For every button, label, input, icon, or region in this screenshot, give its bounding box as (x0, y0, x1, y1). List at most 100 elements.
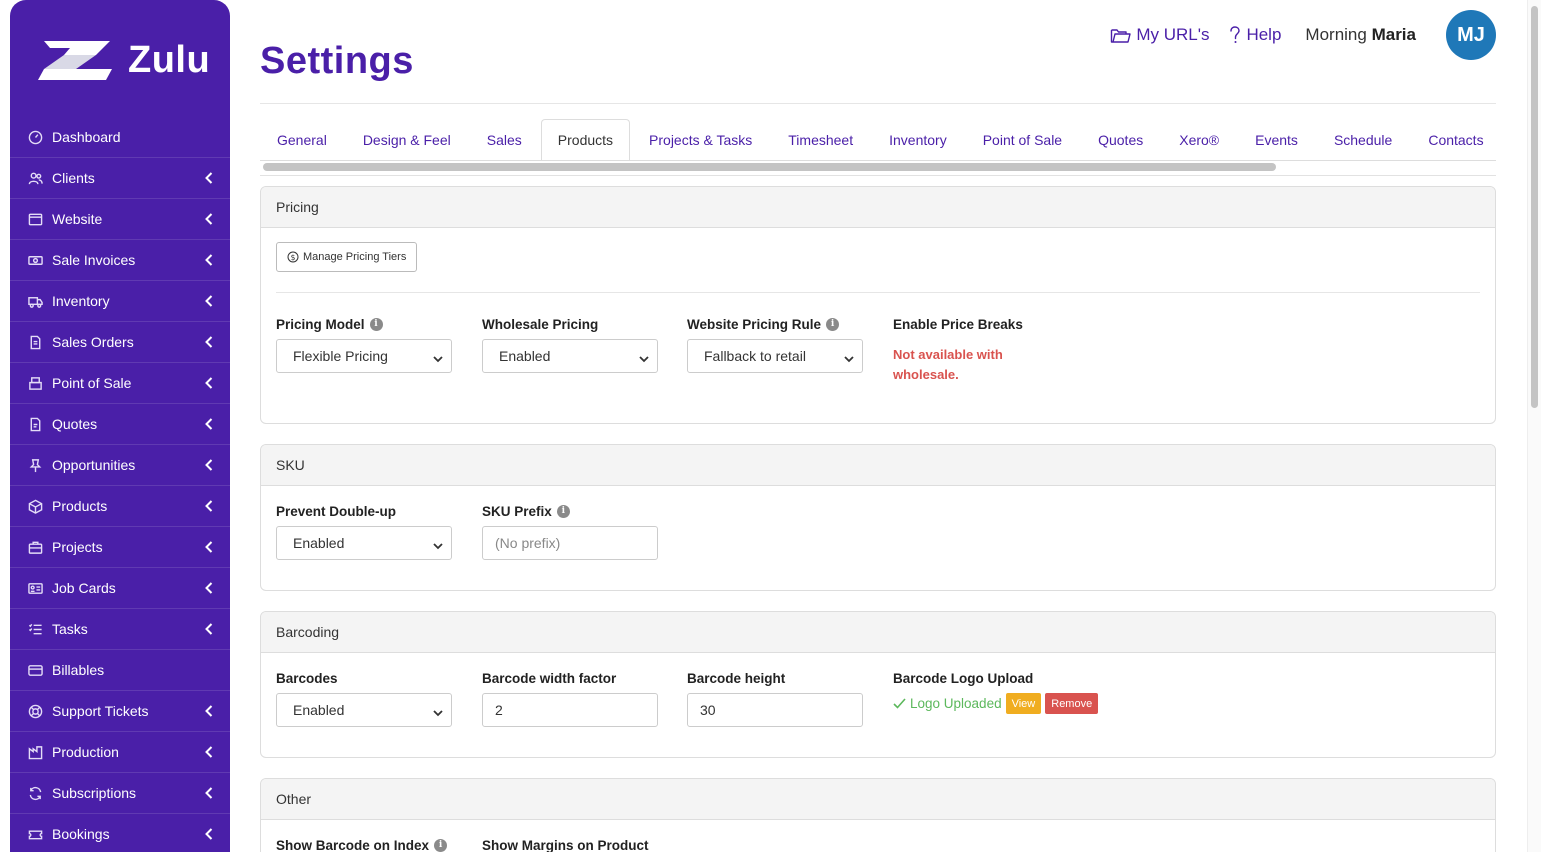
tab-projects-tasks[interactable]: Projects & Tasks (632, 119, 769, 160)
info-icon[interactable]: i (434, 838, 448, 852)
barcode-height-input[interactable]: 30 (687, 693, 863, 727)
pricing-divider (276, 292, 1480, 293)
help-label: Help (1246, 25, 1282, 44)
page-scrollbar[interactable] (1527, 0, 1541, 852)
other-card-header: Other (261, 779, 1495, 820)
barcoding-card: Barcoding Barcodes Enabled Barcode width… (260, 611, 1496, 758)
sidebar-item-tasks[interactable]: Tasks (10, 609, 230, 650)
sku-prefix-label: SKU Prefix (482, 503, 552, 519)
pricing-model-select[interactable]: Flexible Pricing (276, 339, 452, 373)
sidebar-item-label: Production (52, 744, 119, 760)
sidebar-item-bookings[interactable]: Bookings (10, 814, 230, 852)
sidebar-item-projects[interactable]: Projects (10, 527, 230, 568)
tabs-scrollbar-track (260, 175, 1496, 176)
top-bar: My URL's Help Morning Maria MJ (1110, 10, 1496, 60)
folder-icon (1111, 28, 1132, 43)
sidebar-item-clients[interactable]: Clients (10, 158, 230, 199)
sidebar-item-label: Job Cards (52, 580, 116, 596)
chevron-down-icon (433, 705, 443, 717)
dollar-circle-icon: $ (287, 251, 299, 263)
sidebar-item-support-tickets[interactable]: Support Tickets (10, 691, 230, 732)
barcodes-select[interactable]: Enabled (276, 693, 452, 727)
tab-general[interactable]: General (260, 119, 344, 160)
sku-prefix-input[interactable]: (No prefix) (482, 526, 658, 560)
sidebar-item-label: Subscriptions (52, 785, 137, 801)
wholesale-pricing-label: Wholesale Pricing (482, 316, 599, 332)
view-logo-button[interactable]: View (1005, 693, 1042, 714)
sidebar-item-products[interactable]: Products (10, 486, 230, 527)
tab-point-of-sale[interactable]: Point of Sale (966, 119, 1079, 160)
sidebar-item-website[interactable]: Website (10, 199, 230, 240)
info-icon[interactable]: i (369, 317, 383, 331)
logo-text: Zulu (128, 38, 211, 81)
logo-upload-status: Logo Uploaded View Remove (893, 693, 1099, 714)
tab-list: General Design & Feel Sales Products Project… (260, 119, 1496, 160)
chevron-left-icon (204, 417, 214, 431)
show-barcode-on-index-label: Show Barcode on Index (276, 837, 430, 852)
barcode-width-factor-input[interactable]: 2 (482, 693, 658, 727)
zulu-logo[interactable]: Zulu (30, 36, 210, 84)
website-pricing-rule-value: Fallback to retail (704, 348, 806, 364)
barcodes-value: Enabled (293, 702, 345, 718)
sidebar-item-point-of-sale[interactable]: Point of Sale (10, 363, 230, 404)
refresh-icon (26, 784, 44, 802)
user-greeting: Morning Maria (1305, 25, 1416, 45)
page-scrollbar-thumb[interactable] (1531, 6, 1538, 408)
tab-xero[interactable]: Xero® (1162, 119, 1236, 160)
sidebar-item-dashboard[interactable]: Dashboard (10, 117, 230, 158)
info-icon[interactable]: i (556, 504, 570, 518)
chevron-left-icon (204, 786, 214, 800)
chevron-left-icon (204, 376, 214, 390)
show-margins-on-product-label: Show Margins on Product (482, 837, 649, 852)
remove-logo-button[interactable]: Remove (1045, 693, 1099, 714)
tab-quotes[interactable]: Quotes (1081, 119, 1160, 160)
tab-contacts[interactable]: Contacts (1411, 119, 1496, 160)
lifebuoy-icon (26, 702, 44, 720)
sidebar-item-opportunities[interactable]: Opportunities (10, 445, 230, 486)
chevron-left-icon (204, 827, 214, 841)
tab-events[interactable]: Events (1238, 119, 1315, 160)
tab-inventory[interactable]: Inventory (872, 119, 964, 160)
my-urls-link[interactable]: My URL's (1110, 25, 1209, 45)
money-icon (26, 251, 44, 269)
document-icon (26, 333, 44, 351)
header-divider (260, 103, 1496, 104)
tab-timesheet[interactable]: Timesheet (771, 119, 870, 160)
wholesale-pricing-value: Enabled (499, 348, 551, 364)
prevent-double-up-select[interactable]: Enabled (276, 526, 452, 560)
box-icon (26, 497, 44, 515)
tabs-scrollbar-thumb[interactable] (263, 163, 1276, 171)
sidebar-item-sale-invoices[interactable]: Sale Invoices (10, 240, 230, 281)
sidebar-item-sales-orders[interactable]: Sales Orders (10, 322, 230, 363)
pricing-card-header: Pricing (261, 187, 1495, 228)
chevron-left-icon (204, 212, 214, 226)
info-icon[interactable]: i (826, 317, 840, 331)
chevron-left-icon (204, 499, 214, 513)
tab-sales[interactable]: Sales (470, 119, 539, 160)
tab-products[interactable]: Products (540, 119, 631, 160)
credit-card-icon (26, 661, 44, 679)
sidebar-item-billables[interactable]: Billables (10, 650, 230, 691)
sidebar-item-inventory[interactable]: Inventory (10, 281, 230, 322)
users-icon (26, 169, 44, 187)
barcode-height-label: Barcode height (687, 670, 786, 686)
manage-pricing-tiers-button[interactable]: $ Manage Pricing Tiers (276, 242, 418, 272)
avatar[interactable]: MJ (1446, 10, 1496, 60)
tab-design-feel[interactable]: Design & Feel (346, 119, 468, 160)
sidebar-item-label: Sale Invoices (52, 252, 136, 268)
barcode-width-factor-field: Barcode width factor (482, 669, 616, 687)
sidebar-item-job-cards[interactable]: Job Cards (10, 568, 230, 609)
sidebar-item-quotes[interactable]: Quotes (10, 404, 230, 445)
sidebar-item-label: Clients (52, 170, 95, 186)
wholesale-pricing-select[interactable]: Enabled (482, 339, 658, 373)
sidebar-item-production[interactable]: Production (10, 732, 230, 773)
help-link[interactable]: Help (1229, 25, 1281, 45)
id-card-icon (26, 579, 44, 597)
sku-prefix-placeholder: (No prefix) (495, 535, 561, 551)
tab-schedule[interactable]: Schedule (1317, 119, 1409, 160)
sidebar-item-subscriptions[interactable]: Subscriptions (10, 773, 230, 814)
website-pricing-rule-select[interactable]: Fallback to retail (687, 339, 863, 373)
sidebar-item-label: Quotes (52, 416, 98, 432)
sku-prefix-field: SKU Prefix i (482, 502, 570, 520)
register-icon (26, 374, 44, 392)
